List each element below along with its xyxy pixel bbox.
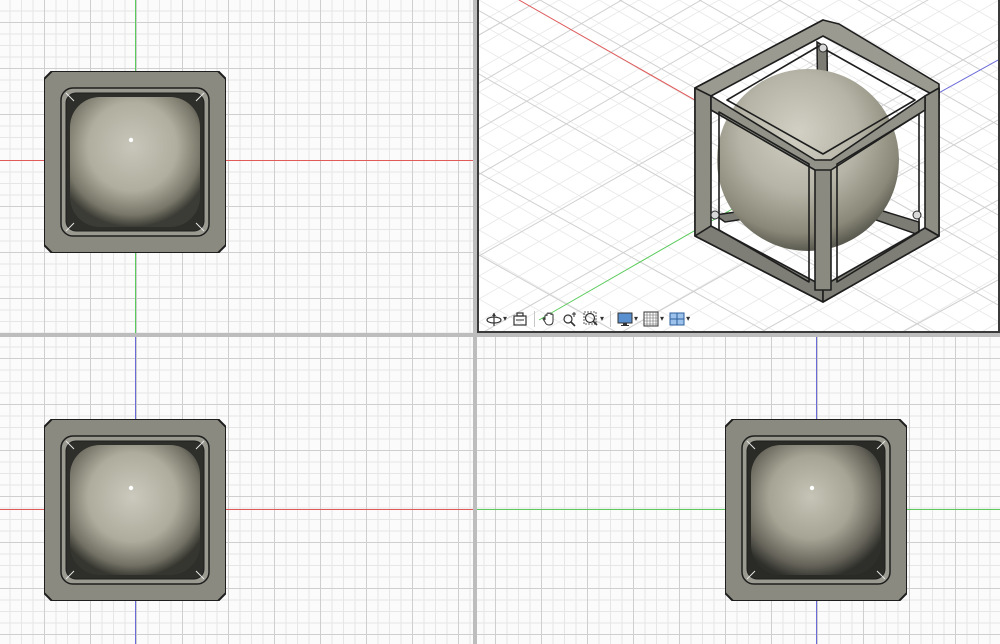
viewport-isometric[interactable]: ▾ ▾ ▾ ▾ ▾ xyxy=(477,0,1000,333)
display-settings-button[interactable]: ▾ xyxy=(616,309,639,329)
look-at-button[interactable] xyxy=(511,309,529,329)
zoom-icon xyxy=(563,312,577,327)
orbit-icon xyxy=(486,313,502,326)
cube-frame-model[interactable] xyxy=(44,419,226,601)
display-settings-icon xyxy=(617,312,633,326)
chevron-down-icon: ▾ xyxy=(503,314,508,323)
navigation-toolbar: ▾ ▾ ▾ ▾ ▾ xyxy=(479,307,691,331)
toolbar-divider xyxy=(534,311,536,327)
viewport-front[interactable] xyxy=(0,0,473,333)
viewports-layout-button[interactable]: ▾ xyxy=(668,309,691,329)
fit-zoom-icon xyxy=(583,311,598,326)
chevron-down-icon: ▾ xyxy=(634,314,639,323)
grid-snap-icon xyxy=(643,311,659,327)
orbit-button[interactable]: ▾ xyxy=(485,309,508,329)
grid-snap-button[interactable]: ▾ xyxy=(642,309,665,329)
viewport-top[interactable] xyxy=(0,337,473,644)
zoom-button[interactable] xyxy=(561,309,579,329)
chevron-down-icon: ▾ xyxy=(600,314,605,323)
isometric-grid xyxy=(479,0,998,331)
toolbar-divider xyxy=(610,311,612,327)
pan-hand-icon xyxy=(542,312,554,326)
pan-button[interactable] xyxy=(540,309,558,329)
cube-frame-model[interactable] xyxy=(725,419,907,601)
look-at-icon xyxy=(513,312,527,326)
viewport-right[interactable] xyxy=(477,337,1000,644)
viewport-vertical-splitter[interactable] xyxy=(473,0,477,644)
viewport-horizontal-splitter[interactable] xyxy=(0,333,1000,337)
viewports-layout-icon xyxy=(669,312,685,326)
chevron-down-icon: ▾ xyxy=(660,314,665,323)
cube-frame-model[interactable] xyxy=(44,71,226,253)
canvas-area[interactable]: ▾ ▾ ▾ ▾ ▾ xyxy=(0,0,1000,644)
fit-zoom-button[interactable]: ▾ xyxy=(582,309,605,329)
chevron-down-icon: ▾ xyxy=(686,314,691,323)
